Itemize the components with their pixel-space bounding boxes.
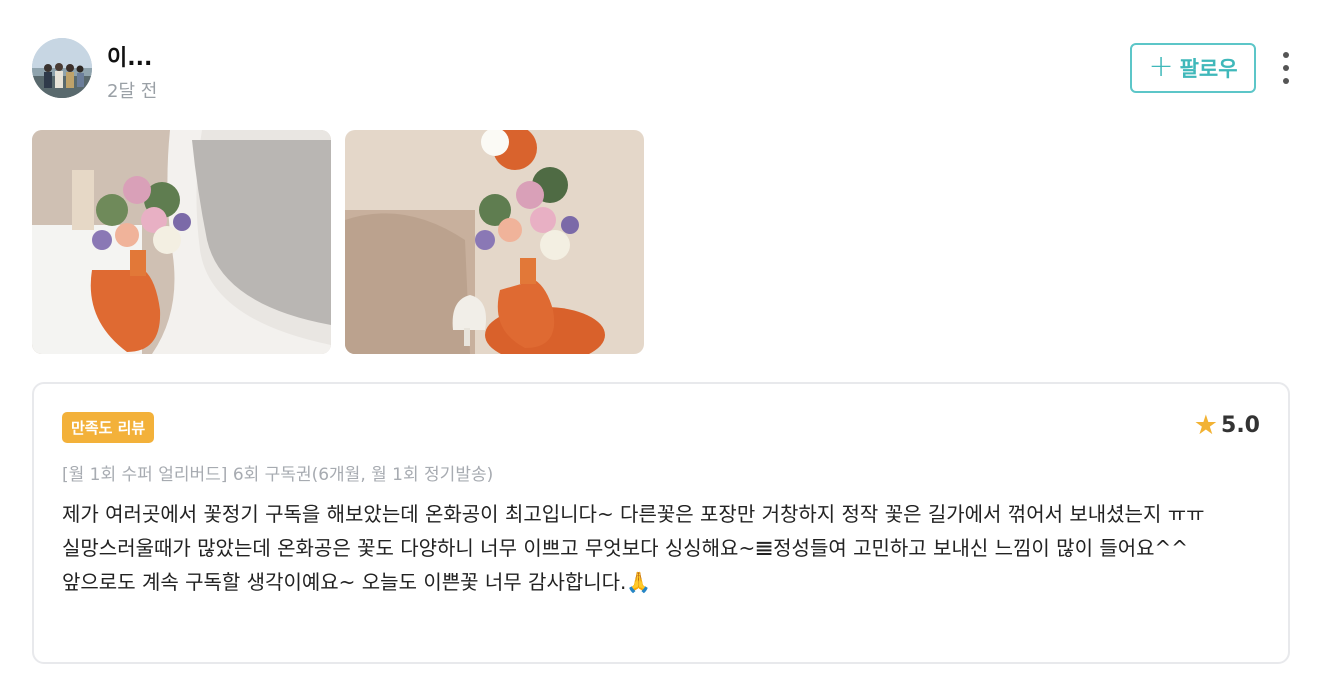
post-time: 2달 전 xyxy=(107,81,158,102)
more-dot xyxy=(1283,65,1289,71)
more-options-icon[interactable] xyxy=(1276,52,1296,84)
review-card: 만족도 리뷰 ★ 5.0 [월 1회 수퍼 얼리버드] 6회 구독권(6개월, … xyxy=(32,382,1290,664)
more-dot xyxy=(1283,78,1289,84)
review-header: 이... 2달 전 + 팔로우 xyxy=(32,36,1296,102)
review-photo-2[interactable] xyxy=(345,130,644,354)
follow-label: 팔로우 xyxy=(1179,57,1238,81)
satisfaction-review-badge: 만족도 리뷰 xyxy=(62,412,155,443)
review-text: 제가 여러곳에서 꽃정기 구독을 해보았는데 온화공이 최고입니다~ 다른꽃은 … xyxy=(62,502,1205,594)
rating-score: 5.0 xyxy=(1221,413,1260,438)
rating: ★ 5.0 xyxy=(1194,412,1260,439)
review-photo-1[interactable] xyxy=(32,130,331,354)
username[interactable]: 이... xyxy=(107,40,152,72)
product-option: [월 1회 수퍼 얼리버드] 6회 구독권(6개월, 월 1회 정기발송) xyxy=(62,465,494,485)
plus-icon: + xyxy=(1148,48,1174,84)
more-dot xyxy=(1283,52,1289,58)
follow-button[interactable]: + 팔로우 xyxy=(1130,43,1256,93)
flower-vase-photo xyxy=(345,130,644,354)
flower-vase-photo xyxy=(32,130,331,354)
avatar-image xyxy=(32,38,92,98)
user-avatar[interactable] xyxy=(32,38,92,98)
star-icon: ★ xyxy=(1193,410,1219,441)
